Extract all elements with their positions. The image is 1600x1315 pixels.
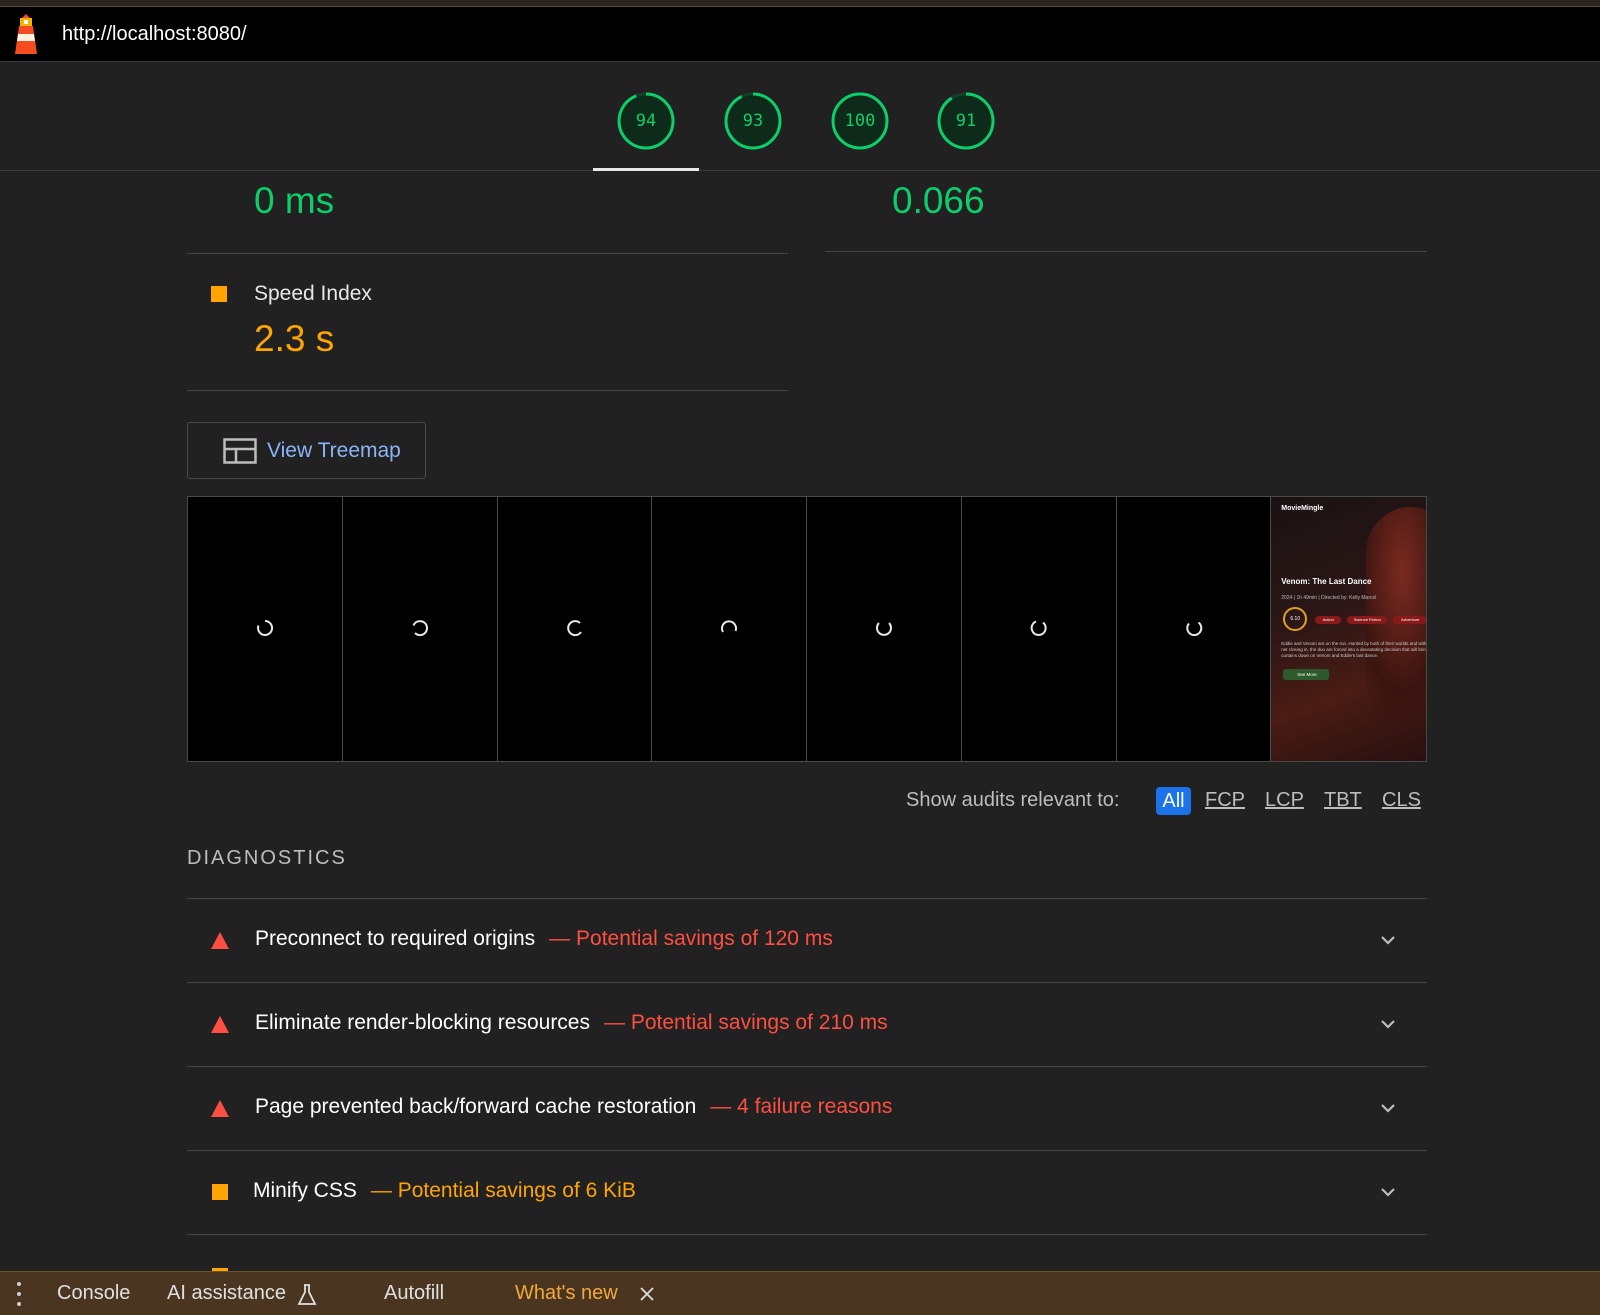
filter-cls[interactable]: CLS [1382, 789, 1421, 812]
site-brand: MovieMingle [1281, 505, 1324, 512]
tab-console[interactable]: Console [57, 1282, 130, 1305]
audit-savings: — 4 failure reasons [710, 1095, 893, 1118]
gauge-best-practices-score: 100 [844, 111, 876, 131]
audit-filter-label: Show audits relevant to: [906, 789, 1120, 811]
chevron-down-icon[interactable] [1377, 929, 1399, 951]
audit-row[interactable]: Minify CSS — Potential savings of 6 KiB [187, 1150, 1427, 1233]
diagnostics-heading: DIAGNOSTICS [187, 847, 347, 869]
filmstrip-final-frame: MovieMingle Venom: The Last Dance 2024 |… [1271, 497, 1426, 761]
filmstrip-frame [342, 497, 498, 761]
audit-row[interactable]: Preconnect to required origins — Potentia… [187, 898, 1427, 981]
treemap-icon [223, 437, 257, 464]
gauge-seo[interactable]: 91 [937, 92, 995, 150]
filmstrip-frame [652, 497, 807, 761]
filmstrip: MovieMingle Venom: The Last Dance 2024 |… [187, 496, 1427, 762]
metric-divider [187, 253, 788, 254]
filter-tbt[interactable]: TBT [1324, 789, 1362, 812]
active-gauge-indicator [593, 168, 699, 171]
audit-title: Eliminate render-blocking resources [255, 1011, 590, 1034]
report-url-bar: http://localhost:8080/ [0, 7, 1600, 62]
audit-row[interactable]: Eliminate render-blocking resources — Pot… [187, 982, 1427, 1065]
filter-all[interactable]: All [1156, 787, 1191, 815]
movie-title: Venom: The Last Dance [1281, 577, 1372, 586]
movie-meta: 2024 | 1h 49min | Directed by: Kelly Mar… [1281, 595, 1377, 601]
fail-triangle-icon [211, 1100, 229, 1117]
chevron-down-icon[interactable] [1377, 1181, 1399, 1203]
audit-row[interactable]: Page prevented back/forward cache restor… [187, 1066, 1427, 1149]
tab-autofill[interactable]: Autofill [384, 1282, 444, 1305]
chevron-down-icon[interactable] [1377, 1097, 1399, 1119]
filter-fcp[interactable]: FCP [1205, 789, 1245, 812]
devtools-drawer-bar: Console AI assistance Autofill What's ne… [0, 1271, 1600, 1315]
tab-ai-assistance[interactable]: AI assistance [167, 1282, 286, 1305]
speed-index-title: Speed Index [254, 282, 372, 305]
audit-title-line: Minify CSS — Potential savings of 6 KiB [253, 1179, 636, 1203]
see-more-button: See More [1283, 669, 1330, 680]
gauge-accessibility[interactable]: 93 [724, 92, 782, 150]
window-top-edge [0, 0, 1600, 7]
loading-spinner-icon [876, 622, 892, 636]
metric-divider [187, 390, 788, 391]
fail-triangle-icon [211, 1016, 229, 1033]
gauge-accessibility-score: 93 [742, 111, 764, 131]
cls-value: 0.066 [892, 180, 985, 221]
category-gauges: 94 93 100 91 [0, 63, 1600, 171]
loading-spinner-icon [412, 620, 428, 637]
chevron-down-icon[interactable] [1377, 1013, 1399, 1035]
tbt-value: 0 ms [254, 180, 335, 221]
audit-title-line: Page prevented back/forward cache restor… [255, 1095, 892, 1119]
lighthouse-icon [6, 7, 46, 62]
gauge-best-practices[interactable]: 100 [831, 92, 889, 150]
audit-title-line: Preconnect to required origins — Potentia… [255, 927, 833, 951]
gauge-seo-score: 91 [955, 111, 977, 131]
tab-whats-new[interactable]: What's new [515, 1282, 618, 1305]
flask-icon [297, 1284, 317, 1305]
genre-tag: Adventure [1393, 616, 1426, 624]
audit-row-partial[interactable] [187, 1234, 1427, 1284]
genre-tag: Science Fiction [1347, 616, 1388, 624]
filter-lcp[interactable]: LCP [1265, 789, 1304, 812]
report-url: http://localhost:8080/ [62, 22, 247, 45]
metric-divider [825, 251, 1427, 252]
gauge-performance[interactable]: 94 [617, 92, 675, 150]
filmstrip-frame [497, 497, 653, 761]
filmstrip-frame [1116, 497, 1272, 761]
loading-spinner-icon [721, 620, 738, 633]
rating-ring: 6.10 [1283, 607, 1308, 631]
audit-savings: — Potential savings of 6 KiB [370, 1179, 636, 1202]
audit-title: Preconnect to required origins [255, 927, 536, 950]
audit-savings: — Potential savings of 210 ms [604, 1011, 888, 1034]
loading-spinner-icon [1185, 621, 1202, 637]
audit-savings: — Potential savings of 120 ms [549, 927, 833, 950]
fail-triangle-icon [211, 932, 229, 949]
audit-title: Minify CSS [253, 1179, 357, 1202]
movie-description: Eddie and Venom are on the run. Hunted b… [1281, 641, 1426, 658]
genre-tag: Action [1315, 616, 1342, 624]
average-square-icon [212, 1184, 228, 1200]
loading-spinner-icon [1030, 620, 1047, 636]
audit-title: Page prevented back/forward cache restor… [255, 1095, 697, 1118]
audit-filter: Show audits relevant to: All FCP LCP TBT… [0, 785, 1600, 817]
audit-title-line: Eliminate render-blocking resources — Pot… [255, 1011, 888, 1035]
average-square-icon [211, 286, 227, 302]
speed-index-value: 2.3 s [254, 318, 335, 359]
more-options-icon[interactable] [14, 1279, 24, 1309]
loading-spinner-icon [257, 619, 274, 636]
view-treemap-button[interactable]: View Treemap [187, 422, 426, 479]
loading-spinner-icon [566, 620, 582, 637]
view-treemap-label: View Treemap [267, 438, 401, 462]
filmstrip-frame [961, 497, 1117, 761]
filmstrip-frame [807, 497, 962, 761]
gauge-performance-score: 94 [635, 111, 657, 131]
filmstrip-frame [188, 497, 343, 761]
close-icon[interactable] [639, 1286, 655, 1302]
